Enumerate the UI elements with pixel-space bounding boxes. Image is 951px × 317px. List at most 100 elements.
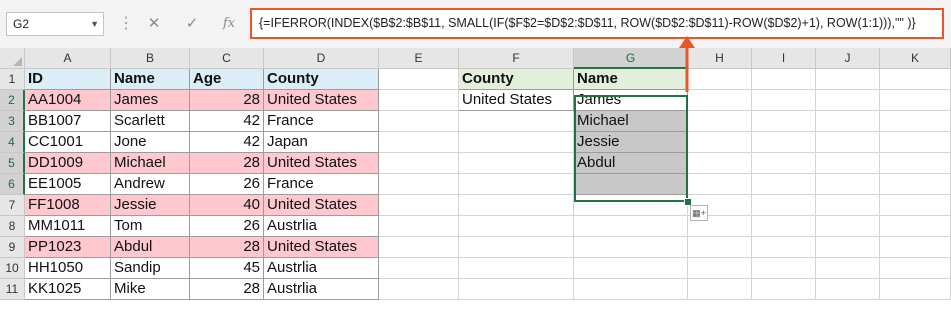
result-cell[interactable] — [574, 174, 688, 195]
cell[interactable] — [880, 132, 951, 153]
cell[interactable] — [880, 279, 951, 300]
cell[interactable] — [459, 153, 574, 174]
cell[interactable] — [752, 237, 816, 258]
column-header-a[interactable]: A — [25, 48, 111, 69]
cell[interactable] — [459, 279, 574, 300]
cell[interactable] — [816, 258, 880, 279]
table-header-cell[interactable]: Name — [111, 69, 190, 90]
formula-input[interactable]: {=IFERROR(INDEX($B$2:$B$11, SMALL(IF($F$… — [250, 8, 944, 39]
cell[interactable] — [459, 174, 574, 195]
table-cell[interactable]: FF1008 — [25, 195, 111, 216]
table-cell[interactable]: United States — [264, 90, 379, 111]
cell[interactable] — [752, 69, 816, 90]
quick-analysis-icon[interactable]: ▦+ — [690, 205, 708, 221]
table-cell[interactable]: 26 — [190, 174, 264, 195]
table-cell[interactable]: United States — [264, 195, 379, 216]
table-cell[interactable]: Andrew — [111, 174, 190, 195]
table-cell[interactable]: Scarlett — [111, 111, 190, 132]
table-cell[interactable]: 28 — [190, 237, 264, 258]
table-cell[interactable]: MM1011 — [25, 216, 111, 237]
cell[interactable] — [459, 132, 574, 153]
cell[interactable] — [459, 195, 574, 216]
column-header-k[interactable]: K — [880, 48, 951, 69]
cell[interactable] — [880, 195, 951, 216]
column-header-d[interactable]: D — [264, 48, 379, 69]
result-cell[interactable]: Abdul — [574, 153, 688, 174]
cell[interactable] — [379, 195, 459, 216]
table-cell[interactable]: DD1009 — [25, 153, 111, 174]
cell[interactable] — [816, 174, 880, 195]
chevron-down-icon[interactable]: ▼ — [90, 13, 99, 35]
cell[interactable] — [688, 69, 752, 90]
cell[interactable] — [880, 216, 951, 237]
cell[interactable] — [459, 111, 574, 132]
cell[interactable] — [880, 237, 951, 258]
cell[interactable] — [752, 279, 816, 300]
table-cell[interactable]: Austrlia — [264, 216, 379, 237]
table-cell[interactable]: KK1025 — [25, 279, 111, 300]
row-header-3[interactable]: 3 — [0, 111, 25, 132]
cell[interactable] — [379, 132, 459, 153]
cell[interactable] — [880, 258, 951, 279]
table-cell[interactable]: 42 — [190, 111, 264, 132]
row-header-1[interactable]: 1 — [0, 69, 25, 90]
table-header-cell[interactable]: County — [264, 69, 379, 90]
cell[interactable] — [880, 69, 951, 90]
table-cell[interactable]: United States — [264, 153, 379, 174]
criteria-value-cell[interactable]: United States — [459, 90, 574, 111]
table-cell[interactable]: Mike — [111, 279, 190, 300]
cell[interactable] — [459, 216, 574, 237]
column-header-i[interactable]: I — [752, 48, 816, 69]
cell[interactable] — [379, 237, 459, 258]
cell[interactable] — [752, 258, 816, 279]
cell[interactable] — [752, 216, 816, 237]
table-cell[interactable]: 28 — [190, 279, 264, 300]
result-header-cell[interactable]: Name — [574, 69, 688, 90]
table-cell[interactable]: Sandip — [111, 258, 190, 279]
table-cell[interactable]: Austrlia — [264, 279, 379, 300]
table-cell[interactable]: EE1005 — [25, 174, 111, 195]
cell[interactable] — [816, 216, 880, 237]
cell[interactable] — [379, 216, 459, 237]
cell[interactable] — [688, 237, 752, 258]
table-cell[interactable]: HH1050 — [25, 258, 111, 279]
column-header-h[interactable]: H — [688, 48, 752, 69]
column-header-j[interactable]: J — [816, 48, 880, 69]
cancel-button[interactable]: ✕ — [142, 12, 166, 36]
cell[interactable] — [752, 195, 816, 216]
select-all-corner[interactable] — [0, 48, 25, 69]
result-cell[interactable]: James — [574, 90, 688, 111]
cell[interactable] — [816, 237, 880, 258]
name-box[interactable]: G2 ▼ — [6, 12, 104, 36]
table-cell[interactable]: BB1007 — [25, 111, 111, 132]
cell[interactable] — [379, 153, 459, 174]
row-header-8[interactable]: 8 — [0, 216, 25, 237]
row-header-10[interactable]: 10 — [0, 258, 25, 279]
column-header-f[interactable]: F — [459, 48, 574, 69]
cell[interactable] — [379, 69, 459, 90]
cell[interactable] — [379, 174, 459, 195]
table-cell[interactable]: Abdul — [111, 237, 190, 258]
cell[interactable] — [752, 174, 816, 195]
table-cell[interactable]: 28 — [190, 153, 264, 174]
cell[interactable] — [688, 174, 752, 195]
cell[interactable] — [459, 258, 574, 279]
drag-handle-icon[interactable]: ⋮ — [118, 10, 134, 38]
cell[interactable] — [816, 90, 880, 111]
cell[interactable] — [752, 132, 816, 153]
criteria-header-cell[interactable]: County — [459, 69, 574, 90]
table-cell[interactable]: Jone — [111, 132, 190, 153]
cell[interactable] — [816, 279, 880, 300]
row-header-5[interactable]: 5 — [0, 153, 25, 174]
column-header-g[interactable]: G — [574, 48, 688, 69]
cell[interactable] — [880, 153, 951, 174]
cell[interactable] — [574, 279, 688, 300]
cell[interactable] — [688, 153, 752, 174]
cell[interactable] — [574, 195, 688, 216]
result-cell[interactable]: Michael — [574, 111, 688, 132]
table-header-cell[interactable]: Age — [190, 69, 264, 90]
cell[interactable] — [688, 258, 752, 279]
cell[interactable] — [688, 111, 752, 132]
row-header-6[interactable]: 6 — [0, 174, 25, 195]
table-cell[interactable]: Michael — [111, 153, 190, 174]
